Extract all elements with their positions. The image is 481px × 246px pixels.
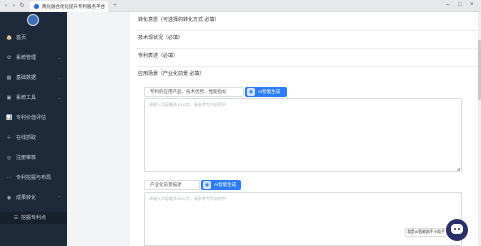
form-row-tech-status[interactable]: 技术现状况（必填）›	[136, 30, 481, 49]
dots-icon: ⋯	[6, 175, 12, 181]
sidebar-item-label: 专利挖掘与布局	[16, 175, 52, 181]
assistant-tooltip: 我是AI智能助手小助手	[405, 228, 447, 237]
application-textarea[interactable]: 请输入内容最多3000字，请参考专利说明书 ◢	[144, 98, 462, 172]
sidebar-subitem-mining-points[interactable]: ☰ 挖掘专利点	[0, 212, 67, 224]
bar-chart-icon: 📊	[6, 115, 13, 121]
sidebar-item-home[interactable]: 🏠 首页	[0, 32, 67, 44]
sidebar-item-tools[interactable]: ▣ 系统工具 ⌄	[0, 92, 67, 104]
refresh-icon[interactable]: ↻	[19, 3, 25, 9]
sidebar-item-review[interactable]: ◎ 注册审核	[0, 152, 67, 164]
gear-icon: ⚙	[6, 55, 12, 61]
assistant-button[interactable]	[446, 219, 468, 241]
row-label: 应用场景（产业化前景 必填）	[138, 71, 205, 77]
sidebar-item-label: 基础数据	[16, 75, 37, 81]
sidebar-item-label: 首页	[16, 35, 27, 41]
robot-icon: ◉	[203, 181, 211, 189]
sidebar: 🏠 首页 ⚙ 系统管理 ⌄ ▦ 基础数据 ⌄ ▣ 系统工具 ⌄ 📊 专利价值评估 ＋ 在线抓取 ◎…	[0, 12, 67, 246]
forward-icon[interactable]: ›	[11, 3, 17, 9]
sidebar-item-label: 系统工具	[16, 95, 37, 101]
tab-title: 两化融合优化提升专利服务平台	[42, 4, 105, 9]
back-icon[interactable]: ‹	[3, 3, 9, 9]
sidebar-item-system[interactable]: ⚙ 系统管理 ⌄	[0, 52, 67, 64]
browser-tab-bar: ‹ › ↻ 两化融合优化提升专利服务平台 × + – □ ×	[0, 0, 481, 12]
sidebar-item-label: 专利价值评估	[16, 115, 47, 121]
sidebar-item-label: 挖掘专利点	[21, 215, 47, 221]
industrialization-textarea[interactable]: 请输入内容最多3000字，请参考专利说明书	[144, 192, 462, 246]
textarea-placeholder: 请输入内容最多3000字，请参考专利说明书	[149, 102, 226, 107]
ai-button-label: AI智能生成	[258, 89, 281, 94]
chevron-up-icon: ⌃	[57, 195, 61, 200]
ai-button-label: AI智能生成	[214, 182, 237, 187]
row-label: 专利表述（必填）	[138, 53, 179, 59]
sidebar-item-label: 注册审核	[16, 155, 37, 161]
robot-icon: ◉	[247, 88, 255, 96]
sidebar-item-basic-data[interactable]: ▦ 基础数据 ⌄	[0, 72, 67, 84]
ai-generate-button-1[interactable]: ◉ AI智能生成	[245, 87, 287, 97]
form-card: 转化意愿（可选择的转化方式 必填）› 技术现状况（必填）› 专利表述（必填）› …	[130, 12, 481, 246]
maximize-icon[interactable]: □	[458, 2, 462, 8]
target-icon: ◉	[6, 195, 12, 201]
sidebar-item-transfer[interactable]: ◉ 成果转化 ⌃	[0, 192, 67, 204]
sidebar-item-label: 成果转化	[16, 195, 37, 201]
robot-icon	[451, 224, 463, 234]
app-logo	[27, 14, 39, 26]
form-row-application[interactable]: 应用场景（产业化前景 必填）⌄	[136, 66, 481, 84]
circle-icon: ◎	[6, 155, 12, 161]
chevron-down-icon: ⌄	[57, 55, 61, 60]
sidebar-item-label: 在线抓取	[16, 135, 37, 141]
tab-industrialization[interactable]: 产业化前景描述	[144, 180, 200, 190]
minimize-icon[interactable]: –	[446, 2, 449, 8]
home-icon: 🏠	[6, 35, 13, 41]
ai-generate-button-2[interactable]: ◉ AI智能生成	[201, 180, 241, 190]
sidebar-item-mining[interactable]: ⋯ 专利挖掘与布局	[0, 172, 67, 184]
list-icon: ☰	[13, 215, 19, 221]
resize-handle-icon[interactable]: ◢	[457, 166, 460, 171]
form-row-transfer-intent[interactable]: 转化意愿（可选择的转化方式 必填）›	[136, 12, 481, 31]
chevron-down-icon: ⌄	[57, 75, 61, 80]
sidebar-item-label: 系统管理	[16, 55, 37, 61]
tool-icon: ▣	[6, 95, 12, 101]
close-tab-icon[interactable]: ×	[102, 3, 105, 9]
plus-icon: ＋	[6, 135, 12, 141]
row-label: 转化意愿（可选择的转化方式 必填）	[138, 17, 220, 23]
browser-tab[interactable]: 两化融合优化提升专利服务平台 ×	[30, 1, 108, 12]
main-content: 转化意愿（可选择的转化方式 必填）› 技术现状况（必填）› 专利表述（必填）› …	[67, 12, 481, 246]
form-row-patent-statement[interactable]: 专利表述（必填）›	[136, 48, 481, 67]
tab-application-products[interactable]: 专利的应用产品、技术优势、性能指标	[144, 87, 244, 97]
grid-icon: ▦	[6, 75, 12, 81]
chevron-down-icon: ⌄	[57, 95, 61, 100]
textarea-placeholder: 请输入内容最多3000字，请参考专利说明书	[149, 196, 226, 201]
favicon-icon	[34, 4, 39, 9]
row-label: 技术现状况（必填）	[138, 35, 184, 41]
new-tab-icon[interactable]: +	[112, 3, 118, 9]
sidebar-item-crawl[interactable]: ＋ 在线抓取	[0, 132, 67, 144]
sidebar-item-valuation[interactable]: 📊 专利价值评估	[0, 112, 67, 124]
close-window-icon[interactable]: ×	[470, 2, 474, 8]
